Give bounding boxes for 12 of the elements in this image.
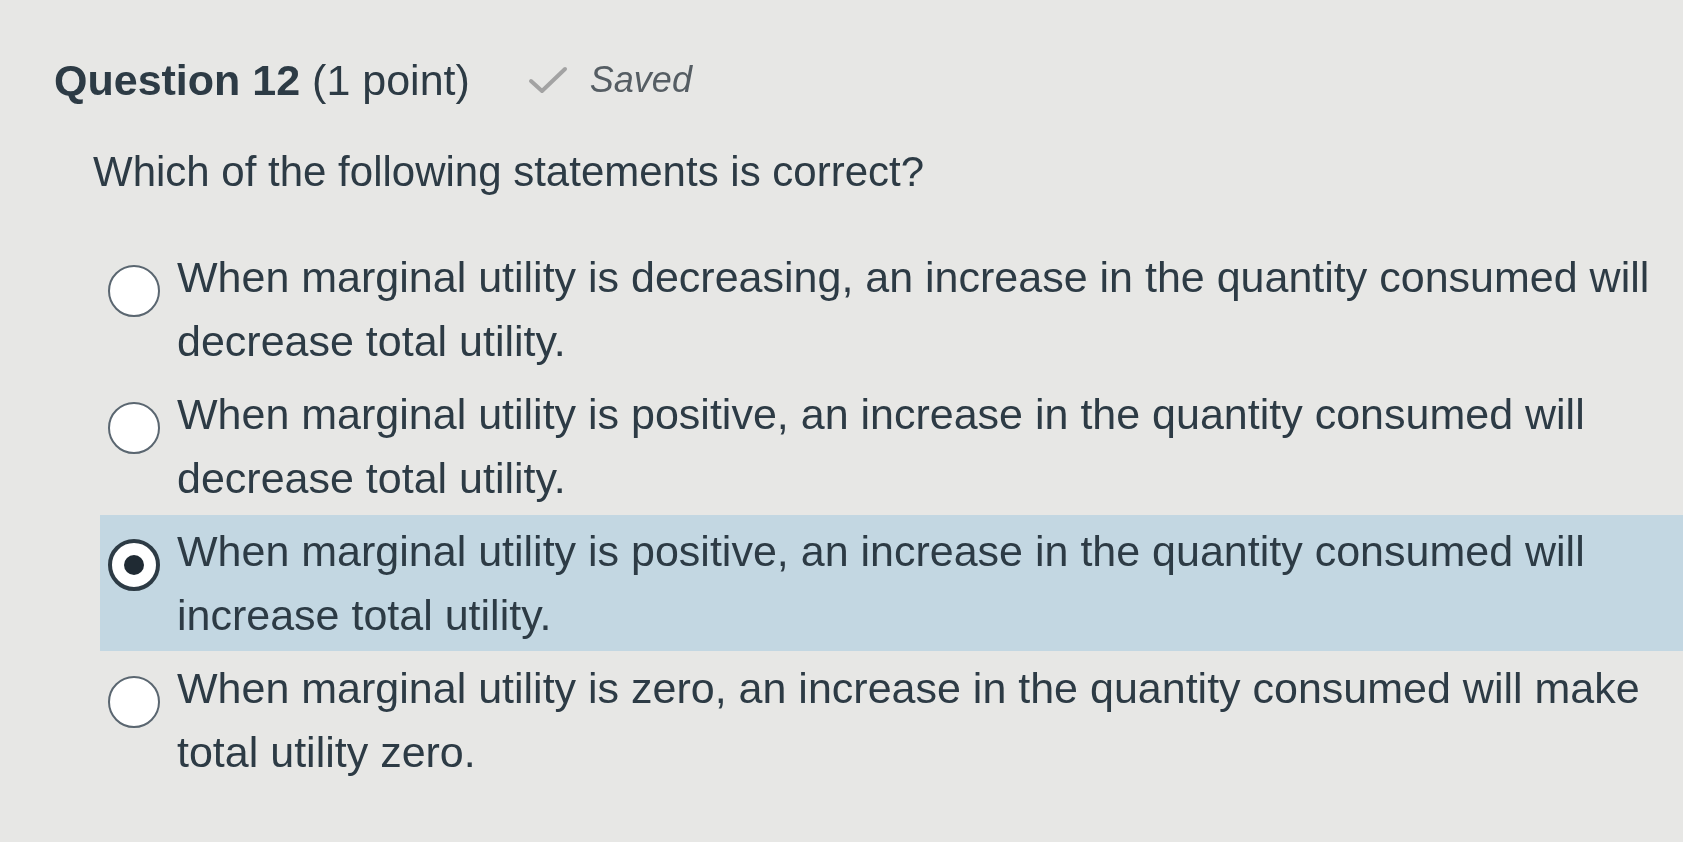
answer-option[interactable]: When marginal utility is positive, an increase in the quantity consumed will increase total utility. (100, 515, 1683, 651)
answer-option[interactable]: When marginal utility is decreasing, an increase in the quantity consumed will decrease total utility. (100, 241, 1683, 377)
question-text: Which of the following statements is correct? (93, 147, 926, 197)
radio-button[interactable] (108, 265, 160, 317)
answer-option[interactable]: When marginal utility is zero, an increase in the quantity consumed will make total utility zero. (100, 652, 1683, 788)
save-status: Saved (589, 58, 692, 102)
radio-button[interactable] (108, 402, 160, 454)
check-icon (527, 66, 568, 94)
question-title: Question 12 (1 point) (54, 55, 470, 106)
radio-button[interactable] (108, 676, 160, 728)
radio-button[interactable] (108, 539, 160, 591)
answer-option[interactable]: When marginal utility is positive, an increase in the quantity consumed will decrease total utility. (100, 378, 1683, 514)
